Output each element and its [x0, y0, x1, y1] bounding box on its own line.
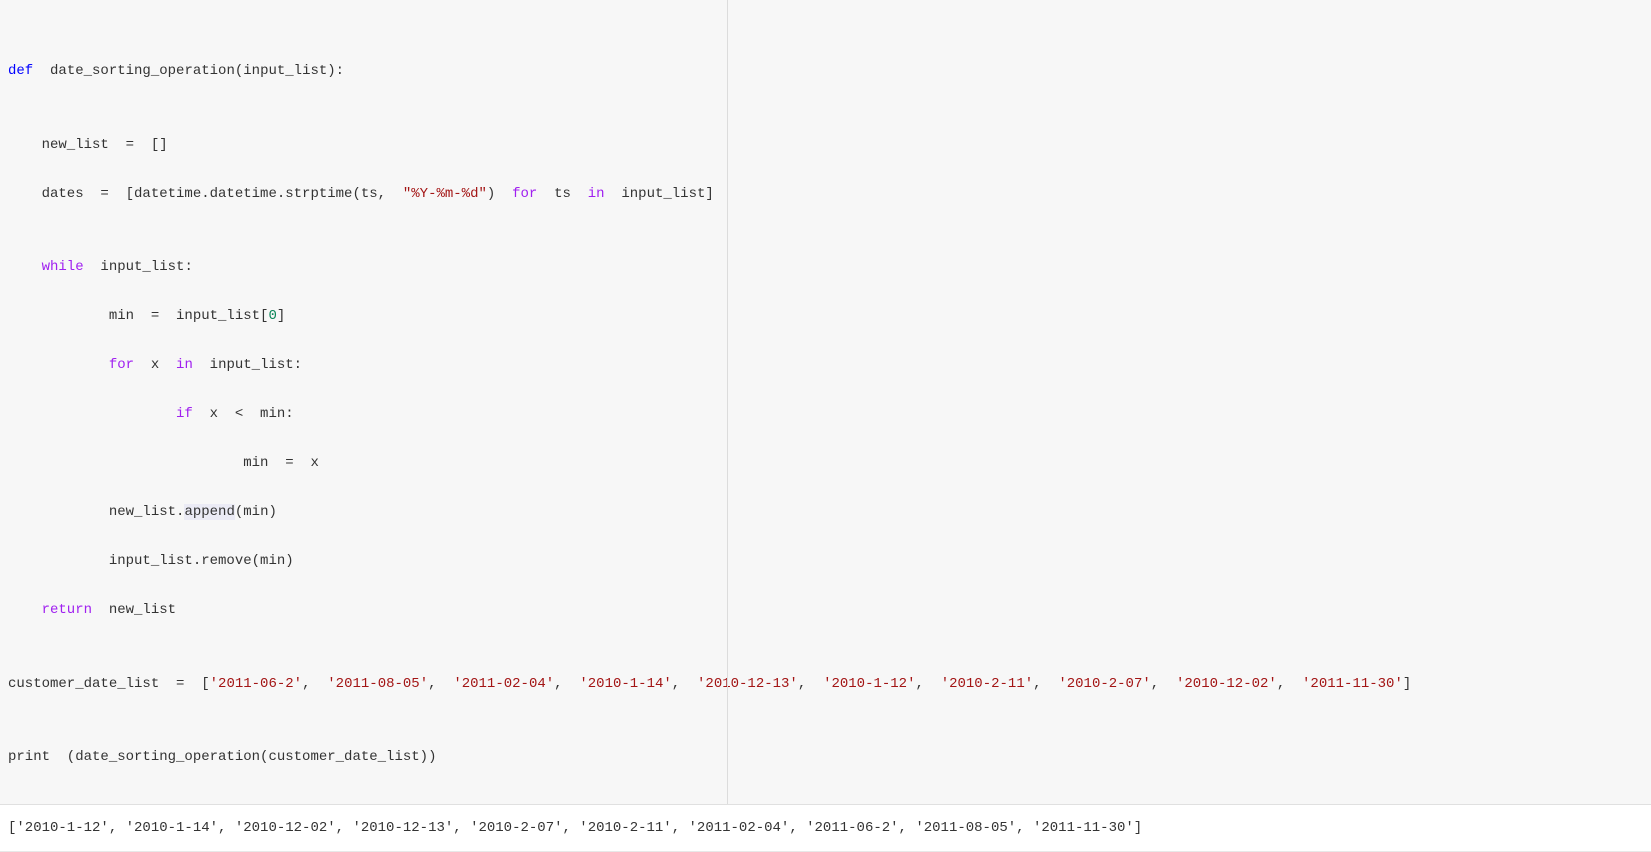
keyword-in: in: [176, 357, 193, 373]
code-line-15: customer_date_list = ['2011-06-2', '2011…: [8, 672, 1643, 697]
highlighted-method: append: [184, 504, 234, 520]
code-line-3: new_list = []: [8, 133, 1643, 158]
code-text: input_list]: [605, 186, 714, 202]
code-text: ]: [1403, 676, 1411, 692]
string-literal: '2010-1-12': [823, 676, 915, 692]
keyword-in: in: [588, 186, 605, 202]
code-text: new_list.: [8, 504, 184, 520]
code-text: dates = [datetime.datetime.strptime(ts,: [8, 186, 403, 202]
keyword-if: if: [8, 406, 193, 422]
code-text: ,: [428, 676, 453, 692]
code-text: ,: [672, 676, 697, 692]
keyword-def: def: [8, 63, 33, 79]
string-literal: '2010-12-13': [697, 676, 798, 692]
code-text: new_list: [92, 602, 176, 618]
code-text: ,: [798, 676, 823, 692]
string-literal: '2011-02-04': [453, 676, 554, 692]
code-line-4: dates = [datetime.datetime.strptime(ts, …: [8, 182, 1643, 207]
number-literal: 0: [268, 308, 276, 324]
keyword-while: while: [8, 259, 84, 275]
string-literal: '2011-08-05': [327, 676, 428, 692]
code-text: ,: [554, 676, 579, 692]
code-text: ,: [1033, 676, 1058, 692]
keyword-for: for: [8, 357, 134, 373]
string-literal: '2010-1-14': [579, 676, 671, 692]
code-text: x < min:: [193, 406, 294, 422]
code-line-12: input_list.remove(min): [8, 549, 1643, 574]
code-line-17: print (date_sorting_operation(customer_d…: [8, 745, 1643, 770]
output-panel: ['2010-1-12', '2010-1-14', '2010-12-02',…: [0, 805, 1651, 852]
code-line-8: for x in input_list:: [8, 353, 1643, 378]
string-literal: "%Y-%m-%d": [403, 186, 487, 202]
code-text: ,: [1151, 676, 1176, 692]
string-literal: '2011-06-2': [210, 676, 302, 692]
code-text: customer_date_list = [: [8, 676, 210, 692]
keyword-for: for: [512, 186, 537, 202]
string-literal: '2010-12-02': [1176, 676, 1277, 692]
code-line-1: def date_sorting_operation(input_list):: [8, 59, 1643, 84]
code-line-13: return new_list: [8, 598, 1643, 623]
string-literal: '2011-11-30': [1302, 676, 1403, 692]
output-text: ['2010-1-12', '2010-1-14', '2010-12-02',…: [8, 820, 1142, 836]
code-line-6: while input_list:: [8, 255, 1643, 280]
code-text: input_list:: [193, 357, 302, 373]
code-text: min = x: [8, 455, 319, 471]
code-text: ,: [915, 676, 940, 692]
code-text: print (date_sorting_operation(customer_d…: [8, 749, 436, 765]
code-text: (min): [235, 504, 277, 520]
code-text: ]: [277, 308, 285, 324]
code-editor[interactable]: def date_sorting_operation(input_list): …: [0, 0, 1651, 805]
code-line-11: new_list.append(min): [8, 500, 1643, 525]
code-text: ): [487, 186, 512, 202]
code-text: x: [134, 357, 176, 373]
string-literal: '2010-2-07': [1058, 676, 1150, 692]
keyword-return: return: [8, 602, 92, 618]
code-line-9: if x < min:: [8, 402, 1643, 427]
code-text: new_list = []: [8, 137, 168, 153]
code-text: ts: [537, 186, 587, 202]
code-text: (input_list):: [235, 63, 344, 79]
code-text: input_list:: [84, 259, 193, 275]
function-name: date_sorting_operation: [33, 63, 235, 79]
margin-line: [727, 0, 728, 804]
code-text: ,: [302, 676, 327, 692]
code-text: input_list.remove(min): [8, 553, 294, 569]
code-line-10: min = x: [8, 451, 1643, 476]
code-text: ,: [1277, 676, 1302, 692]
string-literal: '2010-2-11': [941, 676, 1033, 692]
code-line-7: min = input_list[0]: [8, 304, 1643, 329]
code-text: min = input_list[: [8, 308, 268, 324]
